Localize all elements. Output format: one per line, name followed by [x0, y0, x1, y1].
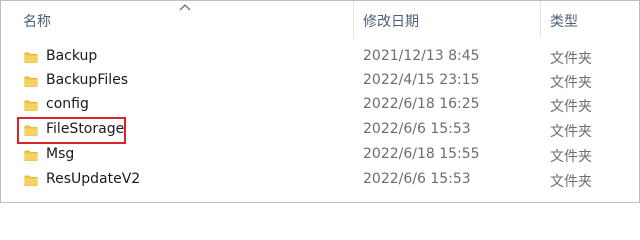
column-header-modified[interactable]: 修改日期 [363, 11, 419, 31]
folder-name: BackupFiles [46, 72, 129, 88]
folder-name: Msg [46, 146, 75, 162]
folder-modified-date: 2022/6/6 15:53 [363, 171, 471, 187]
highlight-box [17, 117, 126, 144]
chevron-up-icon [179, 4, 191, 11]
table-row[interactable]: config 2022/6/18 16:25 文件夹 [1, 93, 639, 117]
folder-modified-date: 2021/12/13 8:45 [363, 48, 480, 64]
folder-type: 文件夹 [550, 174, 592, 190]
folder-type: 文件夹 [550, 149, 592, 165]
folder-name: Backup [46, 48, 98, 64]
folder-modified-date: 2022/6/6 15:53 [363, 121, 471, 137]
table-row[interactable]: Msg 2022/6/18 15:55 文件夹 [1, 143, 639, 167]
folder-icon [24, 150, 38, 161]
folder-type: 文件夹 [550, 99, 592, 115]
file-list-window: 名称 修改日期 类型 Backup 2021/12/13 8:45 文件夹 Ba… [0, 0, 640, 203]
column-divider[interactable] [353, 1, 354, 38]
folder-icon [24, 76, 38, 87]
folder-type: 文件夹 [550, 75, 592, 91]
folder-name: config [46, 96, 89, 112]
column-header-name[interactable]: 名称 [23, 11, 51, 31]
table-row[interactable]: ResUpdateV2 2022/6/6 15:53 文件夹 [1, 168, 639, 192]
column-divider[interactable] [540, 1, 541, 38]
folder-icon [24, 175, 38, 186]
folder-type: 文件夹 [550, 51, 592, 67]
column-header-bar: 名称 修改日期 类型 [1, 1, 639, 38]
folder-type: 文件夹 [550, 124, 592, 140]
folder-name: ResUpdateV2 [46, 171, 141, 187]
table-row[interactable]: Backup 2021/12/13 8:45 文件夹 [1, 45, 639, 69]
folder-icon [24, 52, 38, 63]
folder-modified-date: 2022/6/18 15:55 [363, 146, 480, 162]
column-header-type[interactable]: 类型 [550, 11, 578, 31]
table-row[interactable]: BackupFiles 2022/4/15 23:15 文件夹 [1, 69, 639, 93]
folder-modified-date: 2022/6/18 16:25 [363, 96, 480, 112]
folder-modified-date: 2022/4/15 23:15 [363, 72, 480, 88]
folder-icon [24, 100, 38, 111]
